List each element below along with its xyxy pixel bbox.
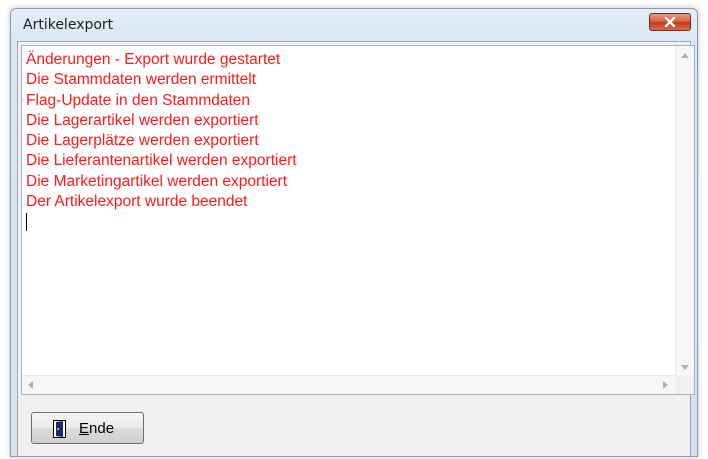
ende-button[interactable]: Ende <box>31 412 144 444</box>
title-bar[interactable]: Artikelexport <box>11 9 697 39</box>
window-title: Artikelexport <box>23 17 114 33</box>
log-line: Die Lieferantenartikel werden exportiert <box>26 152 297 170</box>
scroll-down-icon[interactable] <box>681 365 689 370</box>
log-line: Die Marketingartikel werden exportiert <box>26 172 288 190</box>
vertical-scrollbar[interactable] <box>675 46 694 376</box>
text-caret <box>26 213 27 232</box>
log-line: Der Artikelexport wurde beendet <box>26 193 248 211</box>
log-lines: Änderungen - Export wurde gestartet Die … <box>26 50 676 370</box>
log-line: Die Stammdaten werden ermittelt <box>26 71 257 89</box>
artikelexport-window: Artikelexport Änderungen - Export wurde … <box>10 8 698 457</box>
scroll-right-icon[interactable] <box>663 381 668 389</box>
scroll-left-icon[interactable] <box>28 381 33 389</box>
dialog-client-area: Änderungen - Export wurde gestartet Die … <box>17 41 695 456</box>
close-button[interactable] <box>649 13 691 31</box>
export-log-textbox[interactable]: Änderungen - Export wurde gestartet Die … <box>21 45 695 395</box>
scrollbar-corner <box>676 376 694 394</box>
ende-button-label: Ende <box>79 420 115 437</box>
horizontal-scrollbar[interactable] <box>22 375 676 394</box>
log-line: Die Lagerplätze werden exportiert <box>26 132 259 150</box>
log-line: Flag-Update in den Stammdaten <box>26 91 251 109</box>
close-icon <box>664 17 676 27</box>
door-icon <box>53 420 66 438</box>
log-line: Die Lagerartikel werden exportiert <box>26 111 259 129</box>
scroll-up-icon[interactable] <box>681 53 689 58</box>
log-line: Änderungen - Export wurde gestartet <box>26 51 281 68</box>
